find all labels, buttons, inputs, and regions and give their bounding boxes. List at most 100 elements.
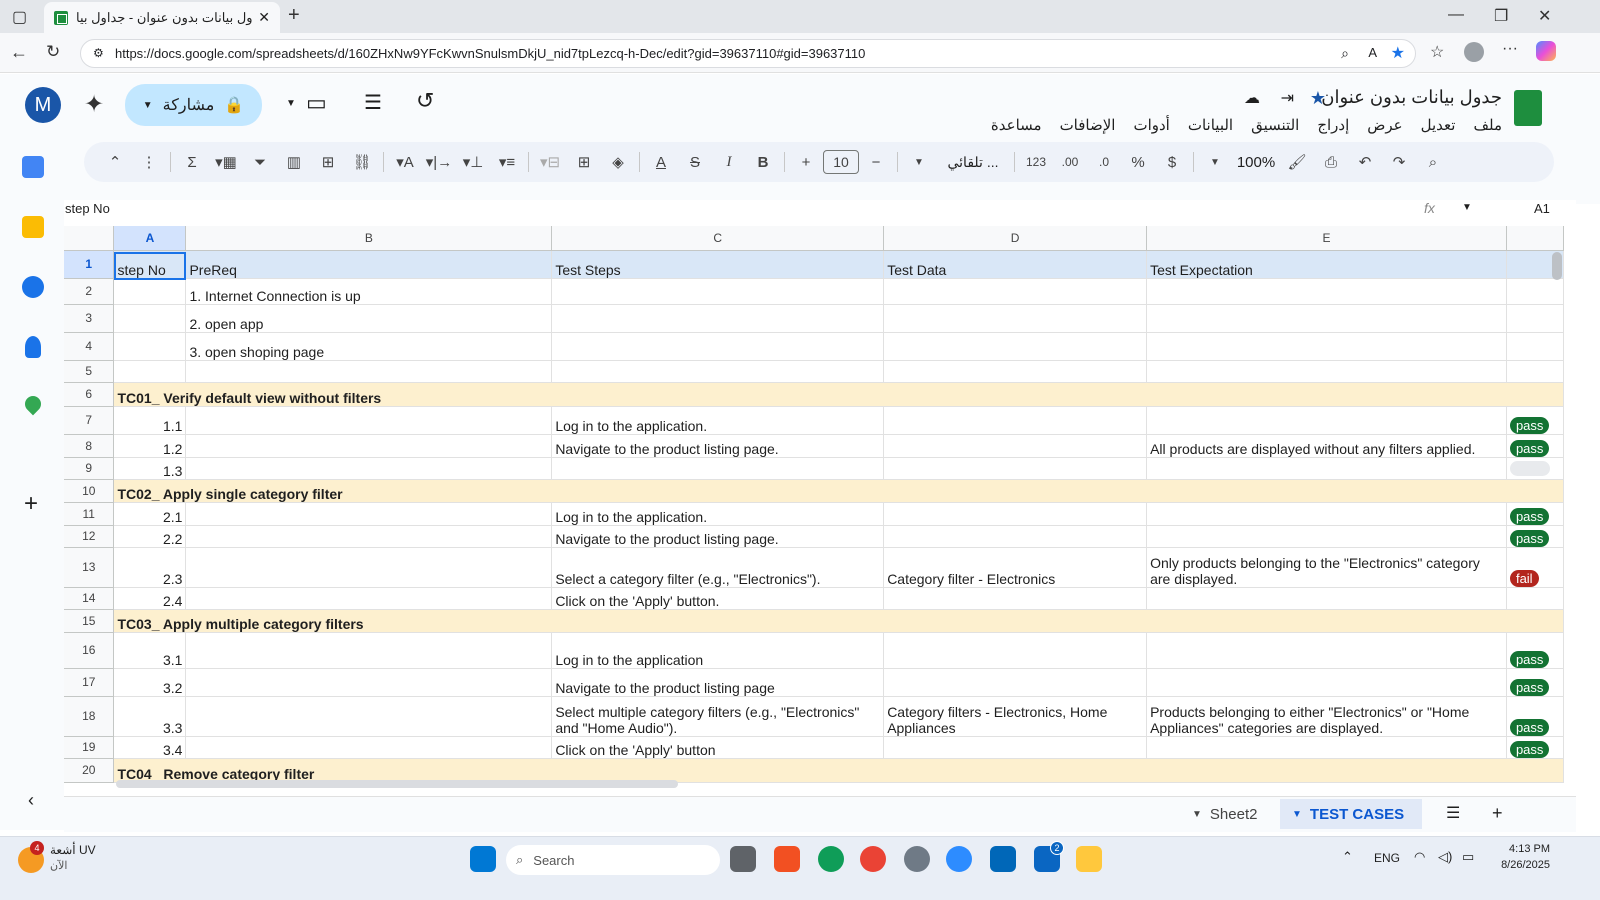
- cell-e[interactable]: [1146, 525, 1507, 548]
- site-info-icon[interactable]: ⚙: [93, 46, 104, 60]
- status-chip[interactable]: pass: [1509, 507, 1550, 524]
- status-cell[interactable]: pass: [1506, 696, 1564, 737]
- text-wrap-icon[interactable]: ▾|→: [422, 148, 456, 176]
- cell-a[interactable]: 1.3: [113, 457, 187, 480]
- row-header[interactable]: 3: [64, 304, 115, 333]
- battery-icon[interactable]: ▭: [1462, 849, 1474, 865]
- url-input[interactable]: ⚙ https://docs.google.com/spreadsheets/d…: [80, 39, 1416, 68]
- status-chip[interactable]: pass: [1509, 439, 1550, 456]
- currency-button[interactable]: $: [1155, 148, 1189, 176]
- menu-view[interactable]: عرض: [1367, 116, 1402, 134]
- cell-c[interactable]: Log in to the application: [551, 632, 885, 669]
- status-chip[interactable]: pass: [1509, 678, 1550, 695]
- tasks-icon[interactable]: [22, 276, 44, 298]
- cell-a[interactable]: [113, 360, 187, 383]
- profile-avatar-icon[interactable]: [1464, 42, 1484, 62]
- move-folder-icon[interactable]: ⇥: [1281, 88, 1294, 108]
- redo-icon[interactable]: ↷: [1382, 148, 1416, 176]
- cell-d[interactable]: [883, 632, 1148, 669]
- status-chip[interactable]: pass: [1509, 416, 1550, 433]
- status-cell[interactable]: [1506, 360, 1564, 383]
- row-header[interactable]: 8: [64, 434, 115, 458]
- status-chip[interactable]: pass: [1509, 650, 1550, 667]
- cell-e[interactable]: [1146, 304, 1507, 333]
- cell-a[interactable]: 3.3: [113, 696, 187, 737]
- row-header[interactable]: 13: [64, 547, 115, 588]
- vertical-align-icon[interactable]: ▾⊥: [456, 148, 490, 176]
- cell-a[interactable]: [113, 278, 187, 305]
- row-header[interactable]: 5: [64, 360, 115, 383]
- merge-cells-icon[interactable]: ▾⊟: [533, 148, 567, 176]
- menu-file[interactable]: ملف: [1473, 116, 1502, 134]
- font-size-decrease-icon[interactable]: −: [859, 148, 893, 176]
- read-aloud-icon[interactable]: A: [1368, 45, 1377, 60]
- horizontal-scrollbar[interactable]: [116, 780, 678, 788]
- row-header[interactable]: 9: [64, 457, 115, 480]
- strikethrough-icon[interactable]: S: [678, 148, 712, 176]
- fill-color-icon[interactable]: ◈: [601, 148, 635, 176]
- cell-b[interactable]: [185, 360, 553, 383]
- cell-d[interactable]: Category filter - Electronics: [883, 547, 1148, 588]
- calendar-icon[interactable]: [22, 156, 44, 178]
- browser-tab-active[interactable]: جدول بيانات بدون عنوان - جداول بيا ✕: [44, 2, 280, 33]
- status-cell[interactable]: pass: [1506, 406, 1564, 435]
- collapse-toolbar-icon[interactable]: ⌃: [98, 148, 132, 176]
- start-icon[interactable]: [470, 846, 496, 872]
- undo-icon[interactable]: ↶: [1348, 148, 1382, 176]
- close-tab-icon[interactable]: ✕: [258, 9, 270, 26]
- cell-d[interactable]: [883, 304, 1148, 333]
- cell-e[interactable]: [1146, 668, 1507, 697]
- column-header-a[interactable]: A: [113, 226, 187, 251]
- status-cell[interactable]: pass: [1506, 525, 1564, 548]
- cell-e[interactable]: [1146, 632, 1507, 669]
- filter-icon[interactable]: ⏷: [243, 148, 277, 176]
- status-cell[interactable]: [1506, 587, 1564, 610]
- copilot-icon[interactable]: [1536, 41, 1556, 61]
- task-view-icon[interactable]: [730, 846, 756, 872]
- select-all-corner[interactable]: [64, 226, 115, 251]
- cell-c[interactable]: [551, 278, 885, 305]
- status-cell[interactable]: pass: [1506, 434, 1564, 458]
- status-cell[interactable]: pass: [1506, 632, 1564, 669]
- chrome-icon[interactable]: [860, 846, 886, 872]
- column-header-f[interactable]: [1506, 226, 1564, 251]
- language-indicator[interactable]: ENG: [1374, 851, 1400, 865]
- taskbar-search-input[interactable]: ⌕ Search: [506, 845, 720, 875]
- cell-b[interactable]: 3. open shoping page: [185, 332, 553, 361]
- more-options-icon[interactable]: ⋮: [132, 148, 166, 176]
- insert-link-icon[interactable]: ⛓: [345, 148, 379, 176]
- tab-actions-icon[interactable]: ▢: [12, 7, 27, 27]
- cell-b[interactable]: [185, 406, 553, 435]
- cell-a[interactable]: 2.1: [113, 502, 187, 526]
- meet-dropdown-icon[interactable]: ▼: [286, 98, 296, 109]
- insert-chart-icon[interactable]: ▥: [277, 148, 311, 176]
- column-header-c[interactable]: C: [551, 226, 885, 251]
- bold-button[interactable]: B: [746, 148, 780, 176]
- name-box[interactable]: A1: [1534, 201, 1550, 216]
- cell-c[interactable]: Select a category filter (e.g., "Electro…: [551, 547, 885, 588]
- cell-a[interactable]: 1.1: [113, 406, 187, 435]
- zoom-icon[interactable]: ⌕: [1341, 45, 1349, 62]
- version-history-icon[interactable]: ↺: [416, 88, 434, 114]
- wifi-icon[interactable]: ◠: [1414, 849, 1425, 865]
- cell-b[interactable]: [185, 668, 553, 697]
- percent-button[interactable]: %: [1121, 148, 1155, 176]
- get-addons-icon[interactable]: +: [24, 490, 38, 518]
- cell-d[interactable]: [883, 406, 1148, 435]
- cell-e[interactable]: Only products belonging to the "Electron…: [1146, 547, 1507, 588]
- row-header[interactable]: 19: [64, 736, 115, 759]
- show-hidden-icons[interactable]: ⌃: [1342, 849, 1353, 865]
- column-header-e[interactable]: E: [1146, 226, 1507, 251]
- share-button[interactable]: ▼ مشاركة 🔒: [125, 84, 262, 126]
- italic-button[interactable]: I: [712, 148, 746, 176]
- add-sheet-icon[interactable]: +: [1492, 803, 1503, 824]
- cell-b[interactable]: [185, 696, 553, 737]
- cell-c[interactable]: Click on the 'Apply' button: [551, 736, 885, 759]
- meet-video-icon[interactable]: ▭: [306, 90, 327, 116]
- cell-a[interactable]: 3.1: [113, 632, 187, 669]
- cell-a[interactable]: 2.2: [113, 525, 187, 548]
- zoom-dropdown-arrow-icon[interactable]: ▼: [1198, 148, 1232, 176]
- menu-format[interactable]: التنسيق: [1251, 116, 1299, 134]
- comments-icon[interactable]: ☰: [364, 90, 382, 115]
- cell-c[interactable]: [551, 457, 885, 480]
